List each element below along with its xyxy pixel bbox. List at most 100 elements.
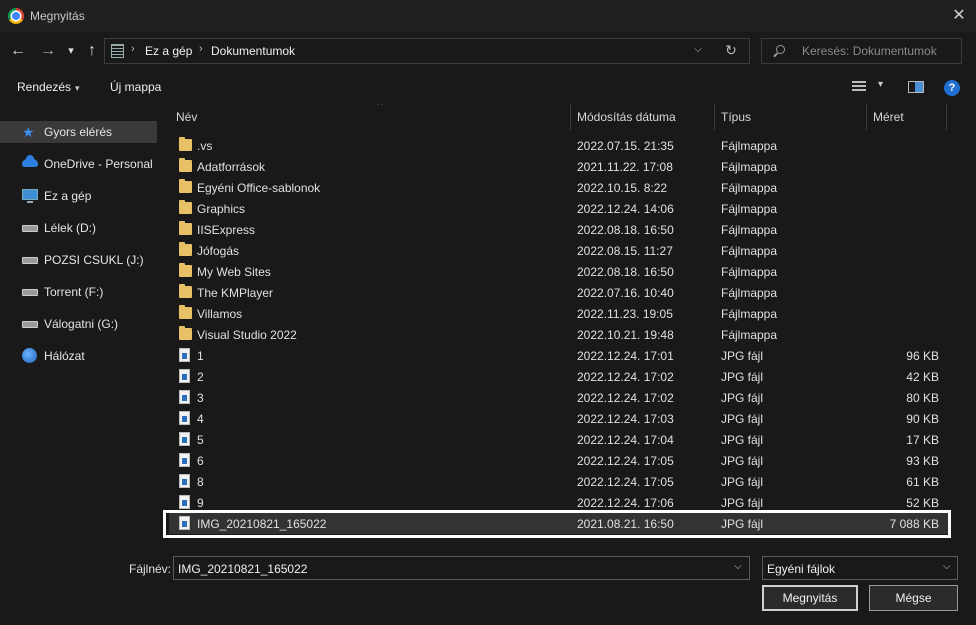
sidebar-item-onedrive[interactable]: OneDrive - Personal xyxy=(0,153,157,175)
file-modified: 2022.12.24. 17:05 xyxy=(577,454,674,468)
search-input[interactable]: Keresés: Dokumentumok xyxy=(761,38,962,64)
chevron-down-icon[interactable]: ⌵ xyxy=(734,561,742,572)
table-row[interactable]: 4 2022.12.24. 17:03 JPG fájl 90 KB xyxy=(169,408,951,429)
sidebar-item-drive-g[interactable]: Válogatni (G:) xyxy=(0,313,157,335)
file-type: Fájlmappa xyxy=(721,244,778,258)
file-name: 3 xyxy=(197,391,204,405)
folder-icon xyxy=(179,263,192,277)
table-row[interactable]: The KMPlayer 2022.07.16. 10:40 Fájlmappa xyxy=(169,282,951,303)
drive-icon xyxy=(22,257,38,264)
file-name: Egyéni Office-sablonok xyxy=(197,181,321,195)
search-icon xyxy=(776,45,785,54)
table-row[interactable]: 3 2022.12.24. 17:02 JPG fájl 80 KB xyxy=(169,387,951,408)
open-button[interactable]: Megnyitás xyxy=(762,585,858,611)
sidebar-item-label: Ez a gép xyxy=(44,189,92,203)
breadcrumb-separator[interactable]: › xyxy=(199,43,203,55)
file-modified: 2022.08.18. 16:50 xyxy=(577,265,674,279)
sidebar-item-label: Lélek (D:) xyxy=(44,221,97,235)
view-options-icon[interactable] xyxy=(852,81,866,93)
sidebar-item-drive-f[interactable]: Torrent (F:) xyxy=(0,281,157,303)
file-list: Név ^ Módosítás dátuma Típus Méret .vs 20… xyxy=(157,104,976,546)
table-row[interactable]: 5 2022.12.24. 17:04 JPG fájl 17 KB xyxy=(169,429,951,450)
column-header-label: Név xyxy=(176,110,198,124)
close-button[interactable]: ✕ xyxy=(944,4,974,28)
column-header-name[interactable]: Név ^ xyxy=(170,104,570,130)
table-row[interactable]: My Web Sites 2022.08.18. 16:50 Fájlmappa xyxy=(169,261,951,282)
sidebar-item-network[interactable]: Hálózat xyxy=(0,345,157,367)
jpg-file-icon xyxy=(179,411,190,425)
table-row[interactable]: Adatforrások 2021.11.22. 17:08 Fájlmappa xyxy=(169,156,951,177)
file-name: 8 xyxy=(197,475,204,489)
title-bar: Megnyitás ✕ xyxy=(0,0,976,32)
chevron-down-icon[interactable]: ▾ xyxy=(878,79,883,90)
folder-icon xyxy=(179,158,192,172)
filename-input[interactable]: IMG_20210821_165022 ⌵ xyxy=(173,556,750,580)
chevron-down-icon: ▾ xyxy=(75,83,80,93)
folder-icon xyxy=(179,242,192,256)
column-header-modified[interactable]: Módosítás dátuma xyxy=(571,104,714,130)
sort-ascending-icon: ^ xyxy=(378,104,383,111)
table-row[interactable]: Villamos 2022.11.23. 19:05 Fájlmappa xyxy=(169,303,951,324)
file-type: Fájlmappa xyxy=(721,307,778,321)
sidebar-item-quick-access[interactable]: ★ Gyors elérés xyxy=(0,121,157,143)
folder-icon xyxy=(179,284,192,298)
column-header-size[interactable]: Méret xyxy=(867,104,946,130)
jpg-file-icon xyxy=(179,432,190,446)
table-row[interactable]: Egyéni Office-sablonok 2022.10.15. 8:22 Fá… xyxy=(169,177,951,198)
file-modified: 2022.12.24. 17:06 xyxy=(577,496,674,510)
drive-icon xyxy=(22,225,38,232)
table-row[interactable]: 2 2022.12.24. 17:02 JPG fájl 42 KB xyxy=(169,366,951,387)
column-header-type[interactable]: Típus xyxy=(715,104,866,130)
navigation-pane: ★ Gyors elérés OneDrive - Personal Ez a … xyxy=(0,104,157,546)
table-row[interactable]: 6 2022.12.24. 17:05 JPG fájl 93 KB xyxy=(169,450,951,471)
file-size: 52 KB xyxy=(906,496,939,510)
file-name: Villamos xyxy=(197,307,243,321)
sidebar-item-this-pc[interactable]: Ez a gép xyxy=(0,185,157,207)
folder-icon xyxy=(179,221,192,235)
table-row[interactable]: Graphics 2022.12.24. 14:06 Fájlmappa xyxy=(169,198,951,219)
file-modified: 2022.12.24. 17:02 xyxy=(577,370,674,384)
recent-locations-button[interactable]: ▾ xyxy=(64,40,78,62)
file-type: JPG fájl xyxy=(721,370,764,384)
cancel-button[interactable]: Mégse xyxy=(869,585,958,611)
file-name: My Web Sites xyxy=(197,265,271,279)
file-modified: 2022.08.15. 11:27 xyxy=(577,244,673,258)
up-button[interactable]: ↑ xyxy=(82,40,102,62)
table-row[interactable]: .vs 2022.07.15. 21:35 Fájlmappa xyxy=(169,135,951,156)
new-folder-button[interactable]: Új mappa xyxy=(110,80,161,94)
preview-pane-icon[interactable] xyxy=(908,81,924,93)
network-icon xyxy=(22,348,37,363)
file-name: 4 xyxy=(197,412,204,426)
file-size: 42 KB xyxy=(906,370,939,384)
file-type-select[interactable]: Egyéni fájlok ⌵ xyxy=(762,556,958,580)
sidebar-item-label: POZSI CSUKL (J:) xyxy=(44,253,144,267)
help-icon[interactable]: ? xyxy=(944,80,960,96)
organize-button[interactable]: Rendezés ▾ xyxy=(17,80,80,94)
file-modified: 2022.07.15. 21:35 xyxy=(577,139,674,153)
chevron-down-icon[interactable]: ⌵ xyxy=(943,561,951,572)
file-modified: 2022.11.23. 19:05 xyxy=(577,307,673,321)
table-row[interactable]: Jófogás 2022.08.15. 11:27 Fájlmappa xyxy=(169,240,951,261)
column-divider[interactable] xyxy=(946,104,947,130)
chevron-down-icon[interactable]: ⌵ xyxy=(691,44,705,58)
file-size: 61 KB xyxy=(906,475,939,489)
star-icon: ★ xyxy=(22,124,35,140)
breadcrumb-separator[interactable]: › xyxy=(131,43,135,55)
breadcrumb-documents[interactable]: Dokumentumok xyxy=(211,44,295,58)
table-row[interactable]: Visual Studio 2022 2022.10.21. 19:48 Fájlm… xyxy=(169,324,951,345)
forward-button[interactable]: → xyxy=(38,40,58,62)
file-type: JPG fájl xyxy=(721,475,764,489)
sidebar-item-drive-j[interactable]: POZSI CSUKL (J:) xyxy=(0,249,157,271)
file-type: Fájlmappa xyxy=(721,286,778,300)
file-size: 93 KB xyxy=(906,454,939,468)
table-row[interactable]: 8 2022.12.24. 17:05 JPG fájl 61 KB xyxy=(169,471,951,492)
back-button[interactable]: ← xyxy=(8,40,28,62)
dialog-footer: Fájlnév: IMG_20210821_165022 ⌵ Egyéni fá… xyxy=(0,546,976,625)
breadcrumb-this-pc[interactable]: Ez a gép xyxy=(145,44,192,58)
address-bar[interactable]: › Ez a gép › Dokumentumok ⌵ ↻ xyxy=(104,38,750,64)
table-row[interactable]: 1 2022.12.24. 17:01 JPG fájl 96 KB xyxy=(169,345,951,366)
refresh-icon[interactable]: ↻ xyxy=(721,42,741,60)
file-modified: 2022.12.24. 17:01 xyxy=(577,349,674,363)
sidebar-item-drive-d[interactable]: Lélek (D:) xyxy=(0,217,157,239)
table-row[interactable]: IISExpress 2022.08.18. 16:50 Fájlmappa xyxy=(169,219,951,240)
